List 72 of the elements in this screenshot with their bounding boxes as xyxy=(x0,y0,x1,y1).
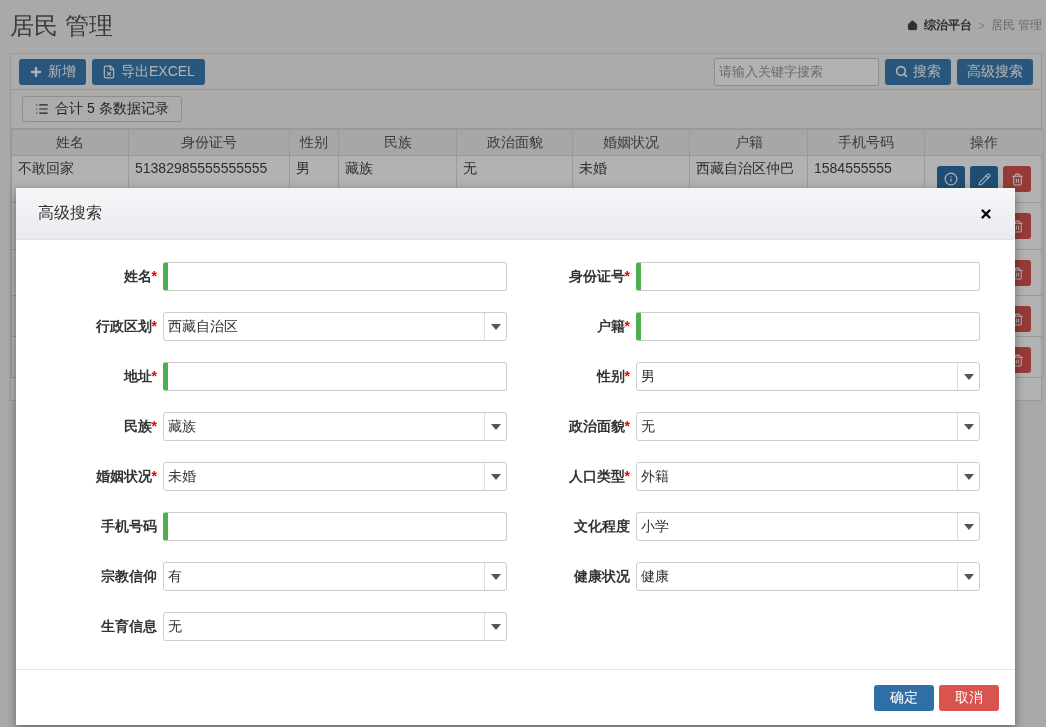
select-field[interactable]: 男 xyxy=(636,362,980,391)
input-field[interactable] xyxy=(163,362,507,391)
field-label: 人口类型* xyxy=(567,467,630,486)
column-header: 婚姻状况 xyxy=(572,129,690,156)
field-label: 姓名* xyxy=(122,267,157,286)
field-label: 婚姻状况* xyxy=(94,467,157,486)
caret-icon xyxy=(963,523,974,530)
field-label: 民族* xyxy=(122,417,157,436)
caret-icon xyxy=(490,323,501,330)
column-header: 政治面貌 xyxy=(456,129,573,156)
info-icon xyxy=(944,172,958,186)
field-label: 性别* xyxy=(595,367,630,386)
select-field[interactable]: 健康 xyxy=(636,562,980,591)
field-label: 户籍* xyxy=(595,317,630,336)
column-header: 身份证号 xyxy=(128,129,290,156)
caret-icon xyxy=(490,573,501,580)
list-icon xyxy=(35,102,49,116)
column-header: 性别 xyxy=(289,129,339,156)
input-field[interactable] xyxy=(636,312,980,341)
select-field[interactable]: 藏族 xyxy=(163,412,507,441)
input-field[interactable] xyxy=(163,262,507,291)
field-label: 地址* xyxy=(122,367,157,386)
select-field[interactable]: 无 xyxy=(163,612,507,641)
field-label: 行政区划* xyxy=(94,317,157,336)
dialog-title: 高级搜索 xyxy=(38,203,102,223)
field-label: 政治面貌* xyxy=(567,417,630,436)
select-field[interactable]: 未婚 xyxy=(163,462,507,491)
trash-icon xyxy=(1010,172,1024,186)
field-label: 宗教信仰 xyxy=(100,567,157,586)
column-header: 户籍 xyxy=(689,129,808,156)
file-icon xyxy=(102,64,116,79)
caret-icon xyxy=(490,473,501,480)
column-header: 操作 xyxy=(924,129,1044,156)
search-button[interactable]: 搜索 xyxy=(885,58,951,85)
page-title: 居民 管理 xyxy=(10,10,113,41)
input-field[interactable] xyxy=(163,512,507,541)
field-label: 身份证号* xyxy=(567,267,630,286)
export-button[interactable]: 导出EXCEL xyxy=(92,58,205,85)
column-header: 民族 xyxy=(338,129,457,156)
select-field[interactable]: 外籍 xyxy=(636,462,980,491)
field-label: 生育信息 xyxy=(100,617,157,636)
caret-icon xyxy=(490,423,501,430)
close-button[interactable] xyxy=(979,206,993,221)
caret-icon xyxy=(963,423,974,430)
select-field[interactable]: 无 xyxy=(636,412,980,441)
breadcrumb-link[interactable]: 综治平台 xyxy=(923,17,972,34)
field-label: 健康状况 xyxy=(573,567,630,586)
breadcrumb-separator: > xyxy=(977,18,985,33)
delete-button[interactable] xyxy=(1003,166,1031,192)
record-count: 合计 5 条数据记录 xyxy=(22,96,182,122)
caret-icon xyxy=(490,623,501,630)
advanced-search-button[interactable]: 高级搜索 xyxy=(957,58,1033,85)
field-label: 文化程度 xyxy=(573,517,630,536)
plus-icon xyxy=(29,64,43,79)
column-header: 姓名 xyxy=(11,129,129,156)
select-field[interactable]: 西藏自治区 xyxy=(163,312,507,341)
select-field[interactable]: 小学 xyxy=(636,512,980,541)
select-field[interactable]: 有 xyxy=(163,562,507,591)
pencil-icon xyxy=(977,172,991,186)
close-icon xyxy=(979,206,993,221)
caret-icon xyxy=(963,473,974,480)
caret-icon xyxy=(963,373,974,380)
field-label: 手机号码 xyxy=(100,517,157,536)
input-field[interactable] xyxy=(636,262,980,291)
home-icon xyxy=(906,20,918,31)
add-button[interactable]: 新增 xyxy=(19,58,86,85)
search-field[interactable]: 请输入关键字搜索 xyxy=(714,57,879,86)
search-icon xyxy=(895,65,908,78)
column-header: 手机号码 xyxy=(807,129,925,156)
cancel-button[interactable]: 取消 xyxy=(939,685,999,711)
caret-icon xyxy=(963,573,974,580)
confirm-button[interactable]: 确定 xyxy=(874,685,934,711)
